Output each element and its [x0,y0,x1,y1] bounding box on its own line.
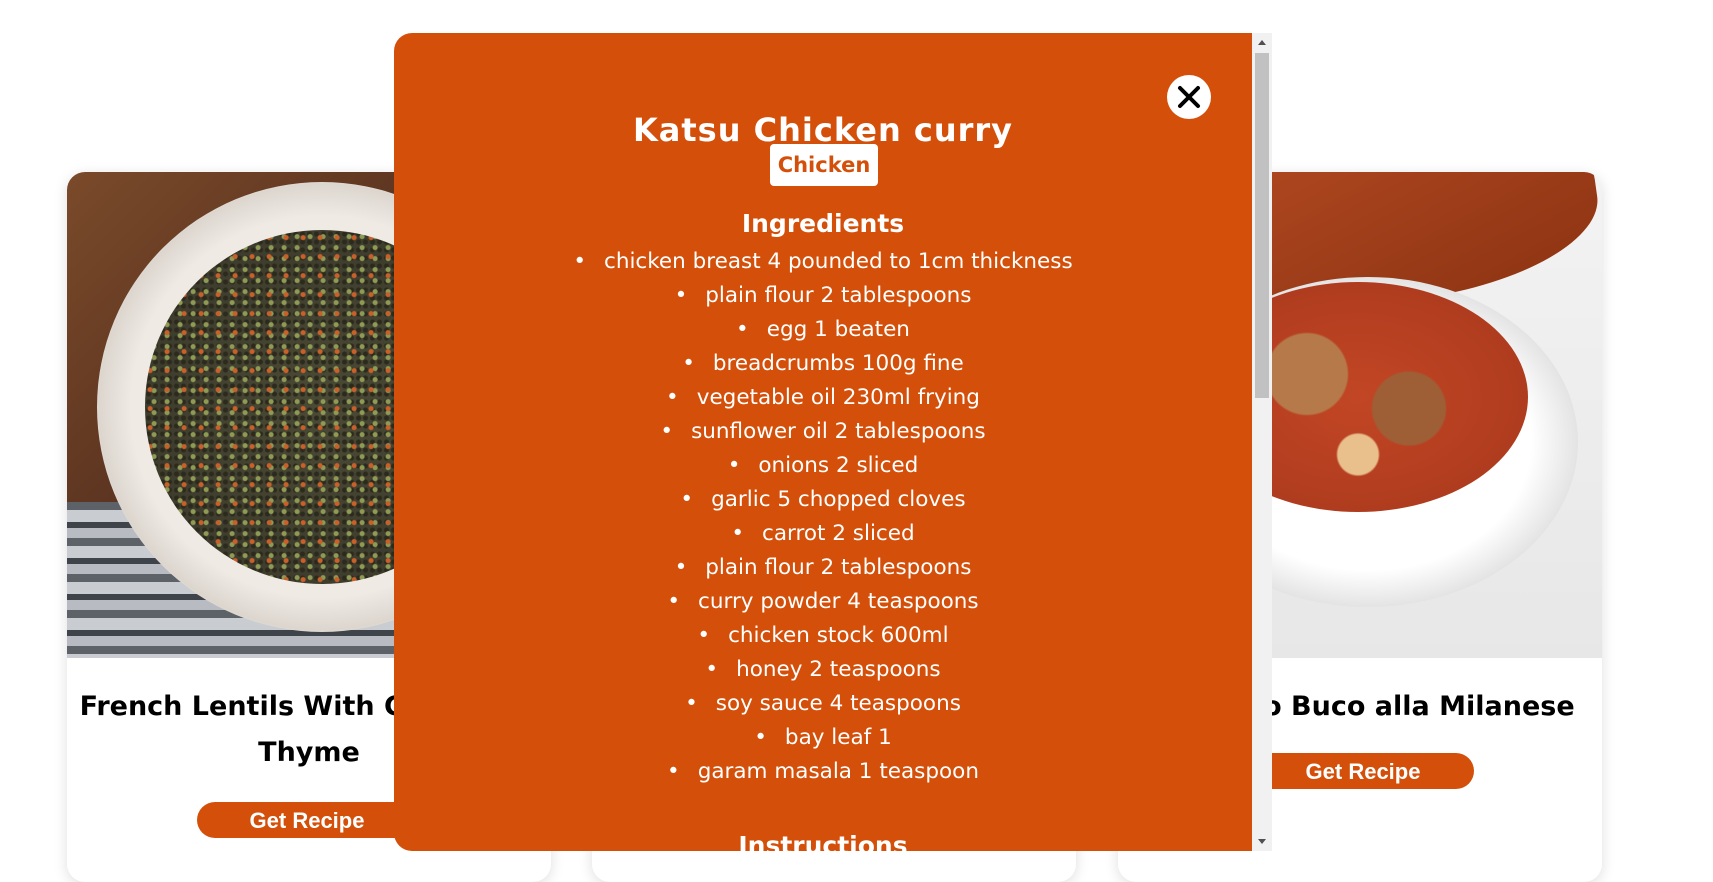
ingredient-item: plain flour 2 tablespoons [394,551,1252,585]
ingredient-item: onions 2 sliced [394,449,1252,483]
instructions-heading: Instructions [738,831,908,851]
scroll-thumb[interactable] [1255,53,1269,398]
ingredient-item: chicken stock 600ml [394,619,1252,653]
close-icon [1178,86,1200,108]
get-recipe-button[interactable]: Get Recipe [1252,753,1474,789]
ingredient-item: garam masala 1 teaspoon [394,755,1252,789]
ingredient-item: garlic 5 chopped cloves [394,483,1252,517]
close-button[interactable] [1167,75,1211,119]
ingredient-item: honey 2 teaspoons [394,653,1252,687]
recipe-modal: Katsu Chicken curry Chicken Ingredients … [394,33,1252,851]
ingredient-item: plain flour 2 tablespoons [394,279,1252,313]
scroll-down-arrow-icon[interactable] [1252,833,1272,851]
ingredient-item: vegetable oil 230ml frying [394,381,1252,415]
scroll-up-arrow-icon[interactable] [1252,33,1272,51]
ingredient-item: egg 1 beaten [394,313,1252,347]
ingredients-list: chicken breast 4 pounded to 1cm thicknes… [394,245,1252,789]
get-recipe-button[interactable]: Get Recipe [197,802,417,838]
ingredient-item: breadcrumbs 100g fine [394,347,1252,381]
ingredient-item: carrot 2 sliced [394,517,1252,551]
ingredients-heading: Ingredients [741,209,905,238]
ingredient-item: curry powder 4 teaspoons [394,585,1252,619]
ingredient-item: soy sauce 4 teaspoons [394,687,1252,721]
category-tag[interactable]: Chicken [770,144,878,186]
ingredient-item: chicken breast 4 pounded to 1cm thicknes… [394,245,1252,279]
ingredient-item: sunflower oil 2 tablespoons [394,415,1252,449]
modal-scrollbar[interactable] [1252,33,1272,851]
ingredient-item: bay leaf 1 [394,721,1252,755]
